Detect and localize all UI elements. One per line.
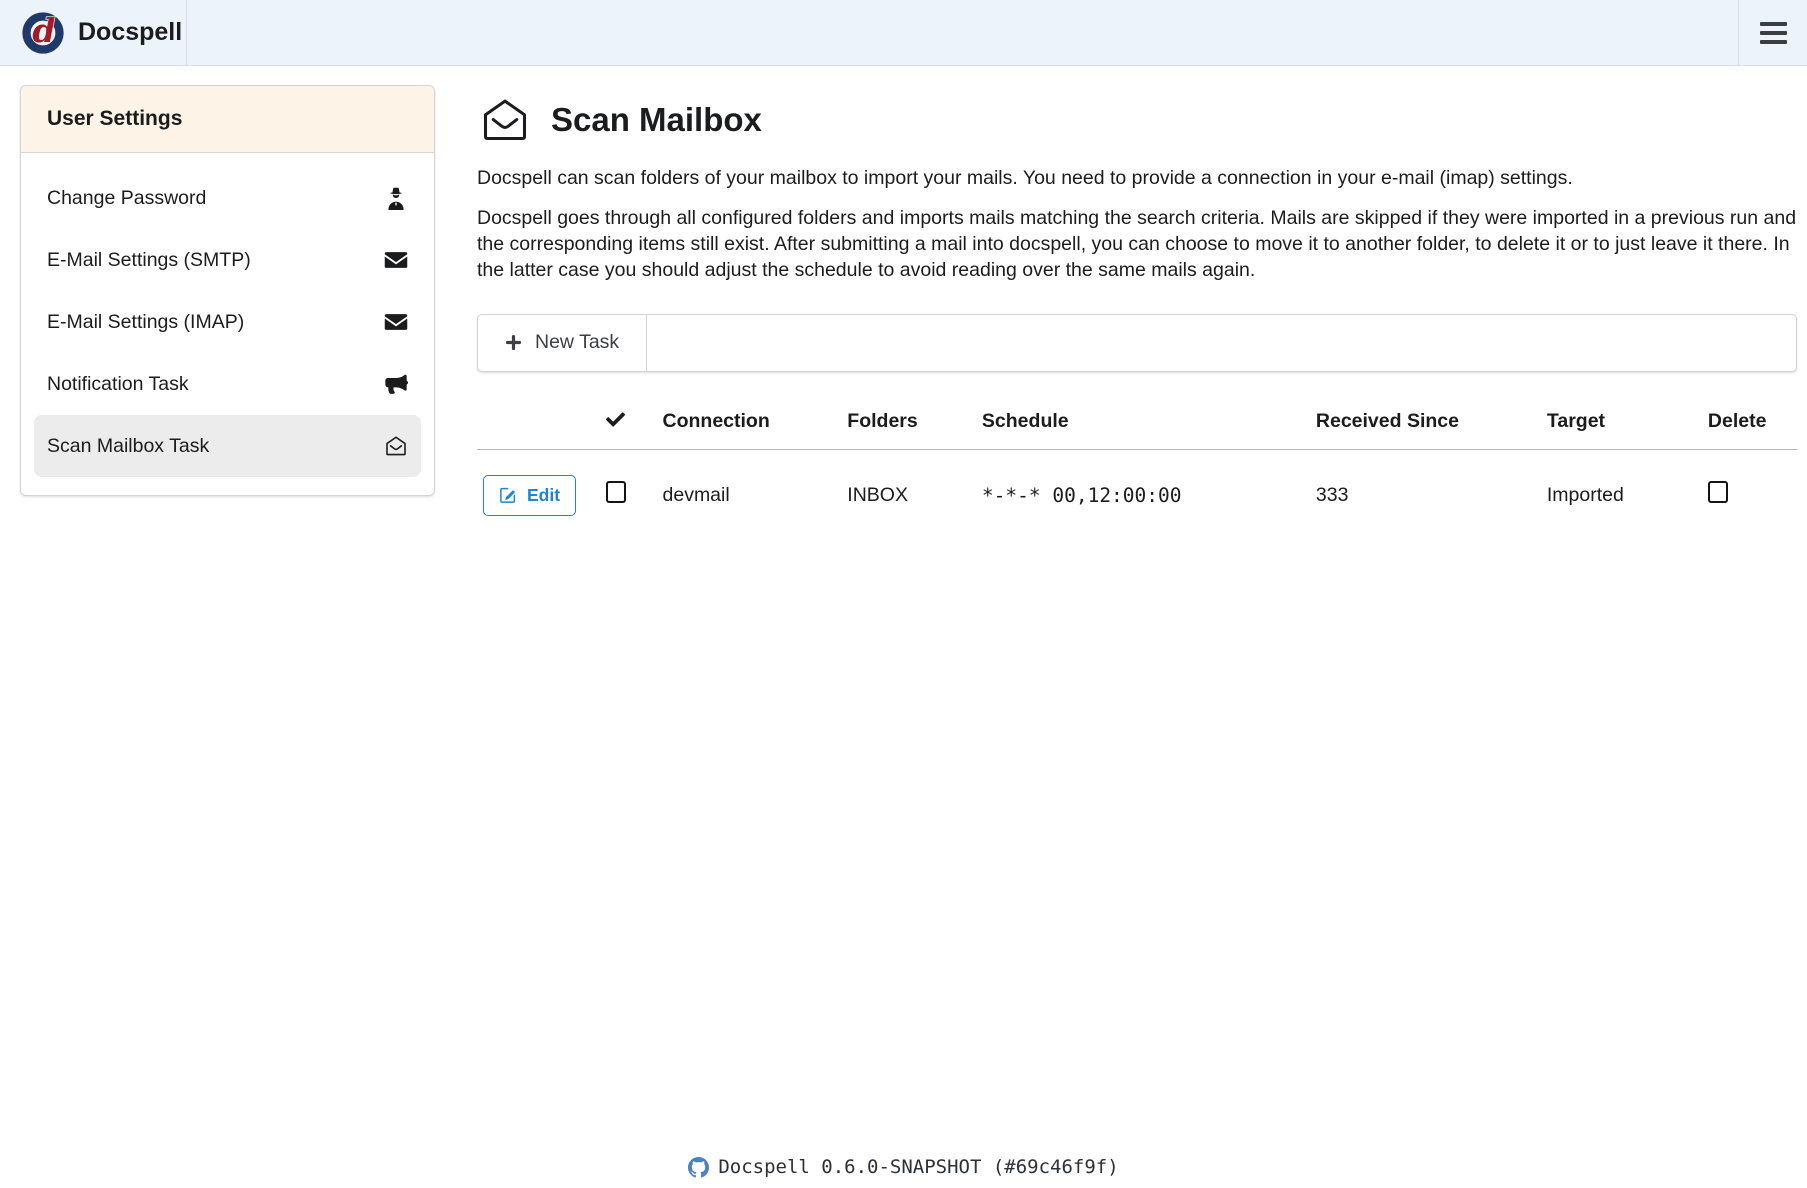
sidebar-title: User Settings xyxy=(21,86,434,153)
hamburger-menu-button[interactable] xyxy=(1738,0,1807,65)
target-cell: Imported xyxy=(1541,449,1702,541)
folders-column-header: Folders xyxy=(841,396,976,450)
delete-checkbox[interactable] xyxy=(1708,481,1728,503)
sidebar-item-label: E-Mail Settings (IMAP) xyxy=(47,311,244,334)
enabled-column-header xyxy=(600,396,657,450)
edit-column-header xyxy=(477,396,600,450)
page-title-text: Scan Mailbox xyxy=(551,101,762,139)
brand-title: Docspell xyxy=(78,18,182,47)
sidebar-item-change-password[interactable]: Change Password xyxy=(21,167,434,229)
navbar-spacer xyxy=(187,0,1738,65)
user-settings-card: User Settings Change Password E-Mail Set… xyxy=(20,85,435,496)
bullhorn-icon xyxy=(384,372,408,396)
sidebar-item-notification-task[interactable]: Notification Task xyxy=(21,353,434,415)
scan-mailbox-task-table: Connection Folders Schedule Received Sin… xyxy=(477,396,1797,541)
received-since-cell: 333 xyxy=(1310,449,1541,541)
description-paragraph: Docspell goes through all configured fol… xyxy=(477,206,1797,284)
task-toolbar: New Task xyxy=(477,314,1797,372)
page-body: User Settings Change Password E-Mail Set… xyxy=(0,66,1807,541)
connection-cell: devmail xyxy=(657,449,842,541)
delete-column-header: Delete xyxy=(1702,396,1797,450)
version-text: Docspell 0.6.0-SNAPSHOT (#69c46f9f) xyxy=(718,1156,1118,1178)
user-secret-icon xyxy=(384,186,408,210)
sidebar-item-email-imap[interactable]: E-Mail Settings (IMAP) xyxy=(21,291,434,353)
sidebar-menu: Change Password E-Mail Settings (SMTP) xyxy=(21,153,434,495)
new-task-button[interactable]: New Task xyxy=(478,315,647,371)
sidebar-item-email-smtp[interactable]: E-Mail Settings (SMTP) xyxy=(21,229,434,291)
schedule-column-header: Schedule xyxy=(976,396,1310,450)
schedule-cell: *-*-* 00,12:00:00 xyxy=(976,449,1310,541)
edit-button-label: Edit xyxy=(527,485,560,506)
connection-column-header: Connection xyxy=(657,396,842,450)
brand-link[interactable]: d Docspell xyxy=(0,0,187,65)
table-header-row: Connection Folders Schedule Received Sin… xyxy=(477,396,1797,450)
edit-icon xyxy=(499,486,517,504)
sidebar-item-label: E-Mail Settings (SMTP) xyxy=(47,249,251,272)
github-icon xyxy=(688,1157,709,1178)
received-since-column-header: Received Since xyxy=(1310,396,1541,450)
sidebar-item-label: Change Password xyxy=(47,187,206,210)
plus-icon xyxy=(505,334,522,351)
svg-text:d: d xyxy=(32,11,55,50)
envelope-icon xyxy=(384,248,408,272)
edit-button[interactable]: Edit xyxy=(483,475,576,516)
folders-cell: INBOX xyxy=(841,449,976,541)
sidebar-item-label: Notification Task xyxy=(47,373,189,396)
sidebar-item-scan-mailbox-task[interactable]: Scan Mailbox Task xyxy=(34,415,421,477)
table-row: Edit devmail INBOX *-*-* 00,12:00:00 333… xyxy=(477,449,1797,541)
page-title: Scan Mailbox xyxy=(477,94,1797,146)
envelope-open-icon xyxy=(384,434,408,458)
new-task-label: New Task xyxy=(535,331,619,354)
target-column-header: Target xyxy=(1541,396,1702,450)
sidebar-item-label: Scan Mailbox Task xyxy=(47,435,209,458)
top-navbar: d Docspell xyxy=(0,0,1807,66)
version-footer-link[interactable]: Docspell 0.6.0-SNAPSHOT (#69c46f9f) xyxy=(0,1156,1807,1178)
check-icon xyxy=(606,410,625,429)
main-content: Scan Mailbox Docspell can scan folders o… xyxy=(477,85,1797,541)
envelope-icon xyxy=(384,310,408,334)
intro-paragraph: Docspell can scan folders of your mailbo… xyxy=(477,166,1797,192)
enabled-checkbox[interactable] xyxy=(606,481,626,503)
docspell-logo-icon: d xyxy=(21,11,65,55)
envelope-open-icon xyxy=(477,94,533,146)
